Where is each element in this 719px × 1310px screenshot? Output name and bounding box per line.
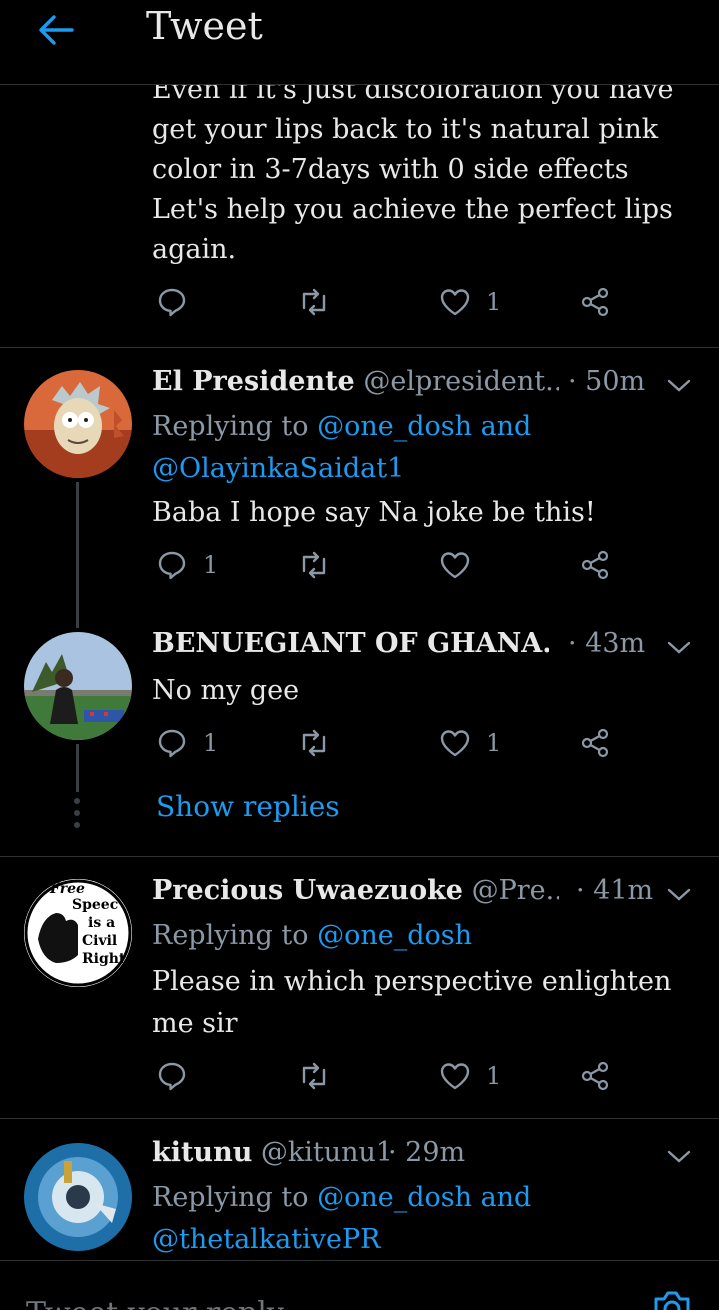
conversation-timeline[interactable]: Even if it's just discoloration you have… [0, 0, 719, 1260]
author-handle[interactable]: @Pre... [472, 875, 559, 906]
main-tweet-actions: 1 [0, 285, 719, 325]
like-count: 1 [486, 288, 502, 316]
camera-icon[interactable] [650, 1287, 694, 1310]
like-button[interactable] [438, 548, 486, 582]
author-line: El Presidente @elpresident... [152, 366, 559, 397]
tweet-time: · 29m [388, 1137, 466, 1168]
replying-prefix: Replying to [152, 1182, 309, 1213]
replying-to: Replying to @one_dosh and @OlayinkaSaida… [152, 406, 692, 490]
tweet-text: Baba I hope say Na joke be this! [152, 497, 596, 528]
reply-button[interactable]: 1 [155, 726, 218, 760]
retweet-icon [302, 729, 326, 757]
reply-button[interactable] [155, 1059, 203, 1093]
tweet-time: · 41m [576, 875, 654, 906]
reply-composer [0, 1260, 719, 1310]
author-handle[interactable]: @kitunu1 [261, 1137, 389, 1168]
replying-prefix: Replying to [152, 920, 309, 951]
chevron-down-icon[interactable] [664, 370, 694, 400]
reply-input[interactable] [24, 1287, 628, 1310]
reply-icon [158, 729, 186, 758]
avatar-image [24, 1143, 132, 1251]
like-count: 1 [486, 729, 502, 757]
page-title: Tweet [146, 4, 263, 48]
retweet-icon [302, 1062, 326, 1090]
reply-icon [158, 1062, 186, 1091]
thread-dots [74, 798, 82, 834]
author-name[interactable]: Precious Uwaezuoke [152, 875, 463, 906]
replying-prefix: Replying to [152, 411, 309, 442]
avatar[interactable] [24, 370, 132, 478]
reply-icon [158, 551, 186, 580]
retweet-button[interactable] [297, 726, 345, 760]
tweet-actions: 1 1 [0, 726, 719, 766]
top-app-bar: Tweet [0, 0, 719, 85]
author-handle[interactable]: @elpresident... [363, 366, 559, 397]
avatar-image [24, 632, 132, 740]
tweet-time: · 43m [568, 628, 646, 659]
share-button[interactable] [579, 726, 613, 760]
like-button[interactable]: 1 [438, 285, 501, 319]
share-icon [581, 728, 609, 758]
reply-button[interactable]: 1 [155, 548, 218, 582]
retweet-button[interactable] [297, 548, 345, 582]
author-name[interactable]: El Presidente [152, 366, 355, 397]
tweet-text: No my gee [152, 675, 300, 706]
author-name[interactable]: BENUEGIANT OF GHANA... [152, 628, 549, 659]
author-line: BENUEGIANT OF GHANA... [152, 628, 549, 659]
tweet-actions: 1 [0, 548, 719, 588]
reply-icon [158, 288, 186, 317]
share-icon [581, 287, 609, 317]
share-button[interactable] [579, 285, 613, 319]
tweet-time: · 50m [568, 366, 646, 397]
retweet-icon [302, 551, 326, 579]
like-count: 1 [486, 1062, 502, 1090]
retweet-button[interactable] [297, 1059, 345, 1093]
reply-tweet[interactable]: BENUEGIANT OF GHANA... · 43m No my gee 1… [0, 610, 719, 856]
reply-tweet[interactable]: kitunu @kitunu1 · 29m Replying to @one_d… [0, 1119, 719, 1260]
share-button[interactable] [579, 548, 613, 582]
chevron-down-icon[interactable] [664, 879, 694, 909]
reply-tweet[interactable]: El Presidente @elpresident... · 50m Repl… [0, 348, 719, 628]
author-name[interactable]: kitunu [152, 1137, 252, 1168]
like-icon [440, 730, 470, 757]
avatar-image [24, 879, 132, 987]
author-line: Precious Uwaezuoke @Pre... [152, 875, 559, 906]
reply-count: 1 [203, 729, 219, 757]
reply-count: 1 [203, 551, 219, 579]
like-icon [440, 552, 470, 579]
show-replies-link[interactable]: Show replies [156, 790, 340, 823]
retweet-button[interactable] [297, 285, 345, 319]
chevron-down-icon[interactable] [664, 1141, 694, 1171]
main-tweet-text: Even if it's just discoloration you have… [152, 74, 674, 265]
share-icon [581, 1061, 609, 1091]
like-button[interactable]: 1 [438, 726, 501, 760]
reply-button[interactable] [155, 285, 203, 319]
share-button[interactable] [579, 1059, 613, 1093]
reply-tweet[interactable]: Free Speec is a Civil Right Precious Uwa… [0, 857, 719, 1117]
like-button[interactable]: 1 [438, 1059, 501, 1093]
main-tweet[interactable]: Even if it's just discoloration you have… [0, 60, 719, 348]
avatar-image [24, 370, 132, 478]
tweet-text: Please in which perspective enlighten me… [152, 966, 672, 1039]
avatar[interactable] [24, 879, 132, 987]
chevron-down-icon[interactable] [664, 632, 694, 662]
mention-links[interactable]: @one_dosh [317, 920, 472, 951]
tweet-actions: 1 [0, 1059, 719, 1099]
like-icon [440, 289, 470, 316]
retweet-icon [302, 288, 326, 316]
avatar[interactable] [24, 632, 132, 740]
replying-to: Replying to @one_dosh [152, 915, 692, 957]
replying-to: Replying to @one_dosh and @thetalkativeP… [152, 1177, 692, 1260]
author-line: kitunu @kitunu1 [152, 1137, 389, 1168]
like-icon [440, 1063, 470, 1090]
back-arrow-icon[interactable] [36, 12, 76, 48]
share-icon [581, 550, 609, 580]
avatar[interactable] [24, 1143, 132, 1251]
